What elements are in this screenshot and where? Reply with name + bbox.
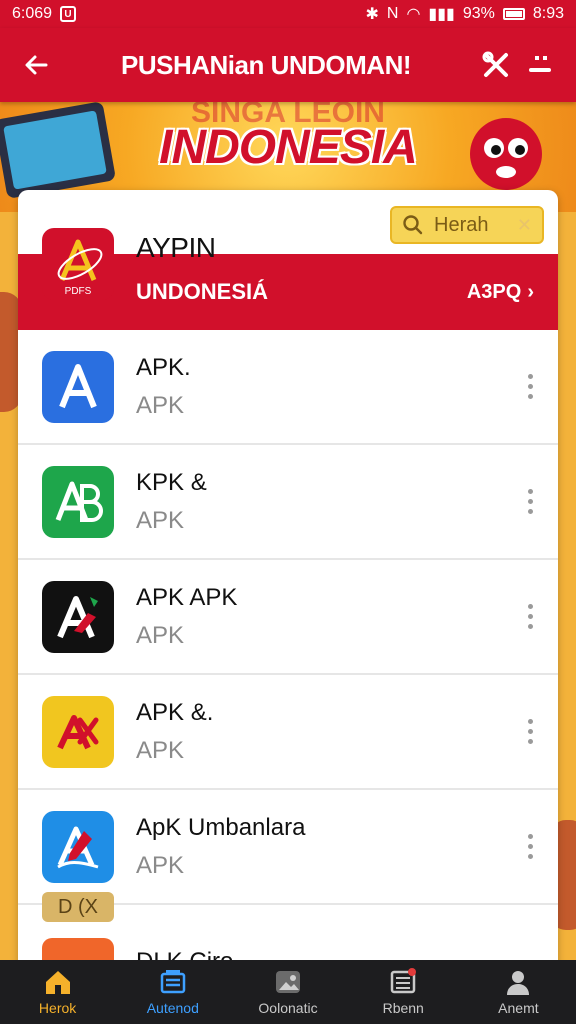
app-title: KPK & (136, 468, 207, 496)
more-options-button[interactable] (510, 592, 550, 642)
app-subtitle: APK (136, 506, 185, 534)
search-box[interactable]: Herah ✕ (390, 206, 544, 244)
library-icon (160, 970, 186, 994)
status-bar: 6:069 U ✱ N ◠ ▮▮▮ 93% 8:93 (0, 0, 576, 28)
nav-label: Anemt (498, 1000, 539, 1016)
back-button[interactable] (14, 43, 58, 87)
app-title: PUSHANian UNDOMAN! (121, 49, 412, 80)
app-subtitle: APK (136, 391, 185, 419)
nav-item-account[interactable]: Anemt (461, 960, 576, 1024)
app-icon (42, 465, 114, 538)
search-icon (403, 215, 423, 235)
more-options-button[interactable] (510, 362, 550, 412)
category-title: UNDONESIÁ (136, 279, 269, 304)
list-item[interactable]: ApK Umbanlara APK (18, 790, 558, 905)
status-badge: U (60, 6, 77, 22)
status-clock: 8:93 (532, 5, 564, 22)
clear-icon[interactable]: ✕ (517, 215, 532, 236)
featured-app-icon[interactable]: PDFS (42, 228, 114, 300)
nav-label: Autenod (146, 1000, 199, 1016)
nav-item-library[interactable]: Autenod (115, 960, 230, 1024)
app-icon (42, 810, 114, 883)
red-a-icon (57, 595, 98, 638)
list-item[interactable]: APK. APK (18, 330, 558, 445)
nav-item-gallery[interactable]: Oolonatic (230, 960, 345, 1024)
tools-icon (482, 51, 508, 77)
bluetooth-icon: ✱ (365, 6, 379, 23)
tools-button[interactable] (474, 43, 518, 87)
nav-label: Oolonatic (258, 1000, 318, 1016)
app-title: ApK Umbanlara (136, 813, 306, 841)
battery-percent: 93% (462, 5, 495, 22)
gallery-icon (276, 971, 300, 993)
app-icon (42, 695, 114, 768)
mascot-illustration (470, 118, 542, 190)
app-list: APK. APK KPK & APK APK APK APK APK &. AP… (18, 330, 558, 905)
person-icon (507, 971, 530, 995)
app-title: APK &. (136, 698, 214, 726)
home-icon (45, 971, 70, 994)
red-x-icon (57, 714, 99, 749)
category-link-label: A3PQ (466, 280, 522, 303)
face-icon (529, 56, 551, 72)
wifi-icon: ◠ (406, 6, 421, 23)
featured-app-name: AYPIN (136, 232, 216, 263)
more-options-button[interactable] (510, 707, 550, 757)
nfc-icon: N (386, 5, 399, 22)
list-item[interactable]: KPK & APK (18, 445, 558, 560)
more-options-button[interactable] (510, 477, 550, 527)
pdf-logo-icon: PDFS (42, 228, 114, 300)
app-subtitle: APK (136, 851, 185, 879)
nav-label: Rbenn (382, 1000, 424, 1016)
status-time-left: 6:069 (12, 5, 53, 22)
app-subtitle: APK (136, 736, 185, 764)
featured-icon-text: PDFS (65, 286, 92, 297)
nav-label: Herok (38, 1000, 77, 1016)
letter-a-icon (59, 363, 97, 408)
pen-a-icon (57, 826, 99, 868)
back-arrow-icon (25, 55, 48, 75)
app-icon (42, 580, 114, 653)
app-title: APK APK (136, 583, 238, 611)
app-subtitle: APK (136, 621, 185, 649)
app-list-card: UNDONESIÁ A3PQ › PDFS AYPIN Herah ✕ APK.… (18, 190, 558, 990)
app-title: APK. (136, 353, 191, 381)
battery-icon (502, 8, 525, 20)
chevron-right-icon: › (527, 280, 534, 303)
search-placeholder: Herah (434, 213, 489, 236)
list-item[interactable]: APK APK APK (18, 560, 558, 675)
profile-button[interactable] (518, 43, 562, 87)
app-icon (42, 350, 114, 423)
category-link[interactable]: A3PQ › (467, 281, 534, 304)
card-header: UNDONESIÁ A3PQ › PDFS AYPIN Herah ✕ (18, 190, 558, 330)
more-options-button[interactable] (510, 822, 550, 872)
bottom-navigation: Herok Autenod Oolonatic Rbenn Anemt (0, 960, 576, 1024)
signal-icon: ▮▮▮ (428, 6, 455, 23)
app-bar: PUSHANian UNDOMAN! (0, 28, 576, 102)
nav-item-list[interactable]: Rbenn (346, 960, 461, 1024)
list-icon (390, 968, 417, 994)
letters-ab-icon (55, 481, 103, 522)
category-tag[interactable]: D (X (42, 892, 114, 922)
nav-item-home[interactable]: Herok (0, 960, 115, 1024)
list-item[interactable]: APK &. APK (18, 675, 558, 790)
